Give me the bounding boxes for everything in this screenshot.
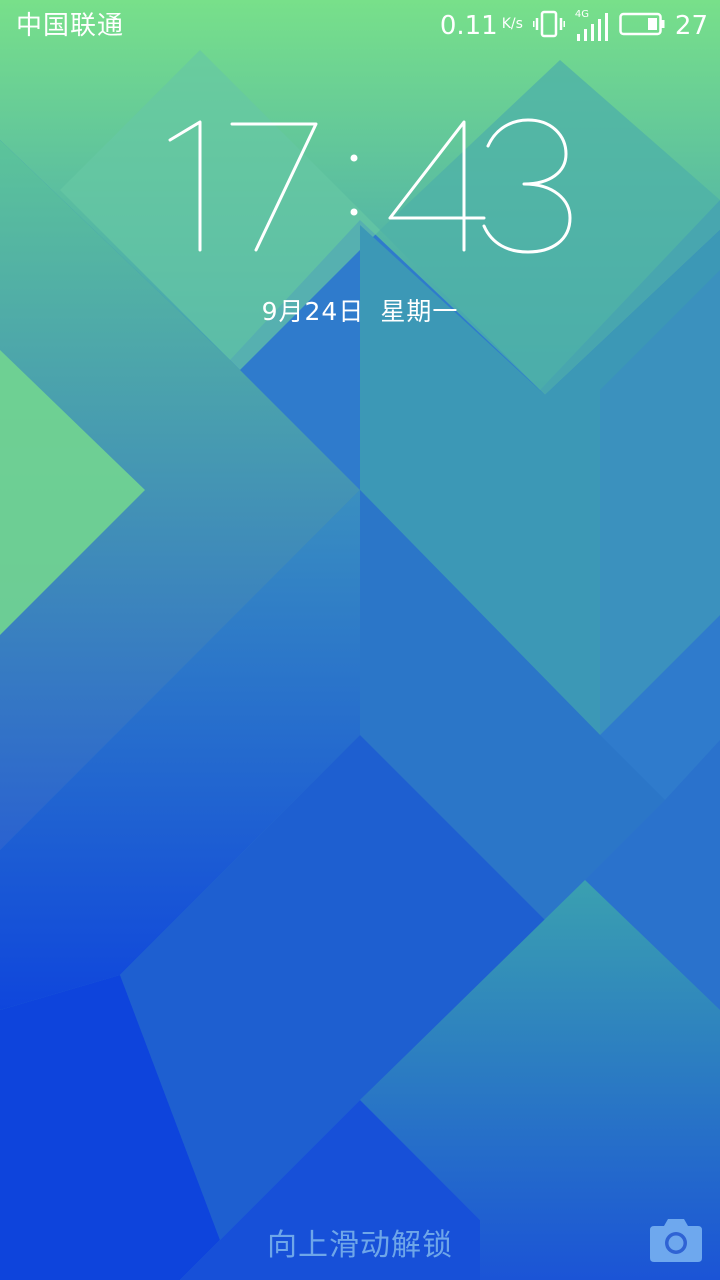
date-day: 9月24日 [261, 297, 365, 326]
vibrate-icon [532, 9, 566, 43]
network-speed: 0.11 K/s [440, 8, 523, 44]
date-line: 9月24日 星期一 [0, 292, 720, 332]
date-weekday: 星期一 [380, 297, 459, 326]
status-icons: 0.11 K/s 4G 27 [440, 6, 708, 46]
clock-digit-hours-1 [168, 120, 202, 252]
clock-digit-minutes-2 [482, 118, 572, 254]
network-speed-unit: K/s [501, 16, 523, 32]
clock-digit-minutes-1 [388, 120, 486, 252]
lock-clock: 17 43 [168, 118, 572, 254]
camera-shortcut-button[interactable] [648, 1216, 704, 1264]
network-speed-value: 0.11 [439, 11, 498, 41]
carrier-name: 中国联通 [16, 11, 125, 41]
swipe-up-unlock-hint[interactable]: 向上滑动解锁 [0, 1224, 720, 1268]
clock-digit-hours-2 [230, 122, 318, 252]
camera-icon [650, 1219, 702, 1262]
lock-screen[interactable]: 中国联通 0.11 K/s 4G 27 9月24日 星期一 向上滑动解锁 [0, 0, 720, 1280]
battery-icon [619, 12, 665, 40]
signal-icon: 4G [575, 10, 609, 42]
clock-colon [350, 154, 358, 216]
status-bar: 中国联通 0.11 K/s 4G 27 [0, 0, 720, 52]
battery-level: 27 [674, 11, 708, 41]
